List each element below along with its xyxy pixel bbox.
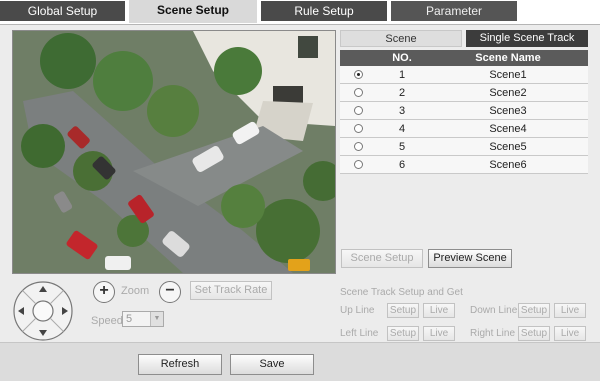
table-row[interactable]: 5 Scene5 [340, 137, 588, 156]
ptz-direction-pad [12, 280, 74, 342]
scene-number: 2 [376, 83, 428, 102]
scene-number: 4 [376, 119, 428, 138]
down-line-live-button[interactable]: Live [554, 303, 586, 318]
down-line-setup-button[interactable]: Setup [518, 303, 550, 318]
tab-single-scene-track[interactable]: Single Scene Track [466, 30, 588, 47]
scene-radio[interactable] [353, 142, 363, 152]
track-setup-title: Scene Track Setup and Get [340, 287, 463, 298]
left-line-label: Left Line [340, 328, 379, 339]
table-row[interactable]: 2 Scene2 [340, 83, 588, 102]
scene-radio[interactable] [353, 106, 363, 116]
scene-table: NO. Scene Name 1 Scene1 2 Scene2 3 Scene… [340, 50, 588, 174]
right-line-label: Right Line [470, 328, 516, 339]
up-line-label: Up Line [340, 305, 375, 316]
tab-global-setup[interactable]: Global Setup [0, 1, 125, 21]
left-line-setup-button[interactable]: Setup [387, 326, 419, 341]
video-preview[interactable] [12, 30, 336, 274]
scene-radio[interactable] [353, 160, 363, 170]
right-line-live-button[interactable]: Live [554, 326, 586, 341]
zoom-in-button[interactable]: + [93, 281, 115, 303]
tab-parameter[interactable]: Parameter [391, 1, 517, 21]
scene-number: 1 [376, 66, 428, 84]
zoom-label: Zoom [121, 285, 150, 297]
speed-value: 5 [126, 313, 133, 325]
speed-label: Speed [91, 315, 123, 327]
no-column-header: NO. [376, 50, 428, 66]
chevron-down-icon: ▼ [150, 312, 163, 326]
scene-name: Scene3 [428, 101, 588, 120]
up-line-live-button[interactable]: Live [423, 303, 455, 318]
up-line-setup-button[interactable]: Setup [387, 303, 419, 318]
ptz-dpad-icon [13, 281, 73, 341]
table-row[interactable]: 3 Scene3 [340, 101, 588, 120]
zoom-out-button[interactable]: − [159, 281, 181, 303]
tab-rule-setup[interactable]: Rule Setup [261, 1, 387, 21]
preview-scene-button[interactable]: Preview Scene [428, 249, 512, 268]
scene-number: 6 [376, 155, 428, 174]
table-row[interactable]: 1 Scene1 [340, 66, 588, 84]
scene-radio[interactable] [353, 70, 363, 80]
scene-number: 5 [376, 137, 428, 156]
scene-name: Scene6 [428, 155, 588, 174]
tab-scene-setup[interactable]: Scene Setup [129, 0, 257, 23]
set-track-rate-button[interactable]: Set Track Rate [190, 281, 272, 300]
scene-name-column-header: Scene Name [428, 50, 588, 66]
left-line-live-button[interactable]: Live [423, 326, 455, 341]
camera-view-image [13, 31, 335, 273]
table-row[interactable]: 6 Scene6 [340, 155, 588, 174]
scene-radio[interactable] [353, 88, 363, 98]
save-button[interactable]: Save [230, 354, 314, 375]
scene-number: 3 [376, 101, 428, 120]
scene-radio[interactable] [353, 124, 363, 134]
tab-scene[interactable]: Scene [340, 30, 462, 47]
tab-bar: Global Setup Scene Setup Rule Setup Para… [0, 0, 600, 24]
scene-name: Scene5 [428, 137, 588, 156]
radio-column-header [340, 50, 376, 66]
down-line-label: Down Line [470, 305, 518, 316]
scene-name: Scene1 [428, 66, 588, 84]
right-line-setup-button[interactable]: Setup [518, 326, 550, 341]
table-row[interactable]: 4 Scene4 [340, 119, 588, 138]
speed-select[interactable]: 5 ▼ [122, 311, 164, 327]
refresh-button[interactable]: Refresh [138, 354, 222, 375]
scene-setup-button[interactable]: Scene Setup [341, 249, 423, 268]
scene-name: Scene2 [428, 83, 588, 102]
scene-name: Scene4 [428, 119, 588, 138]
